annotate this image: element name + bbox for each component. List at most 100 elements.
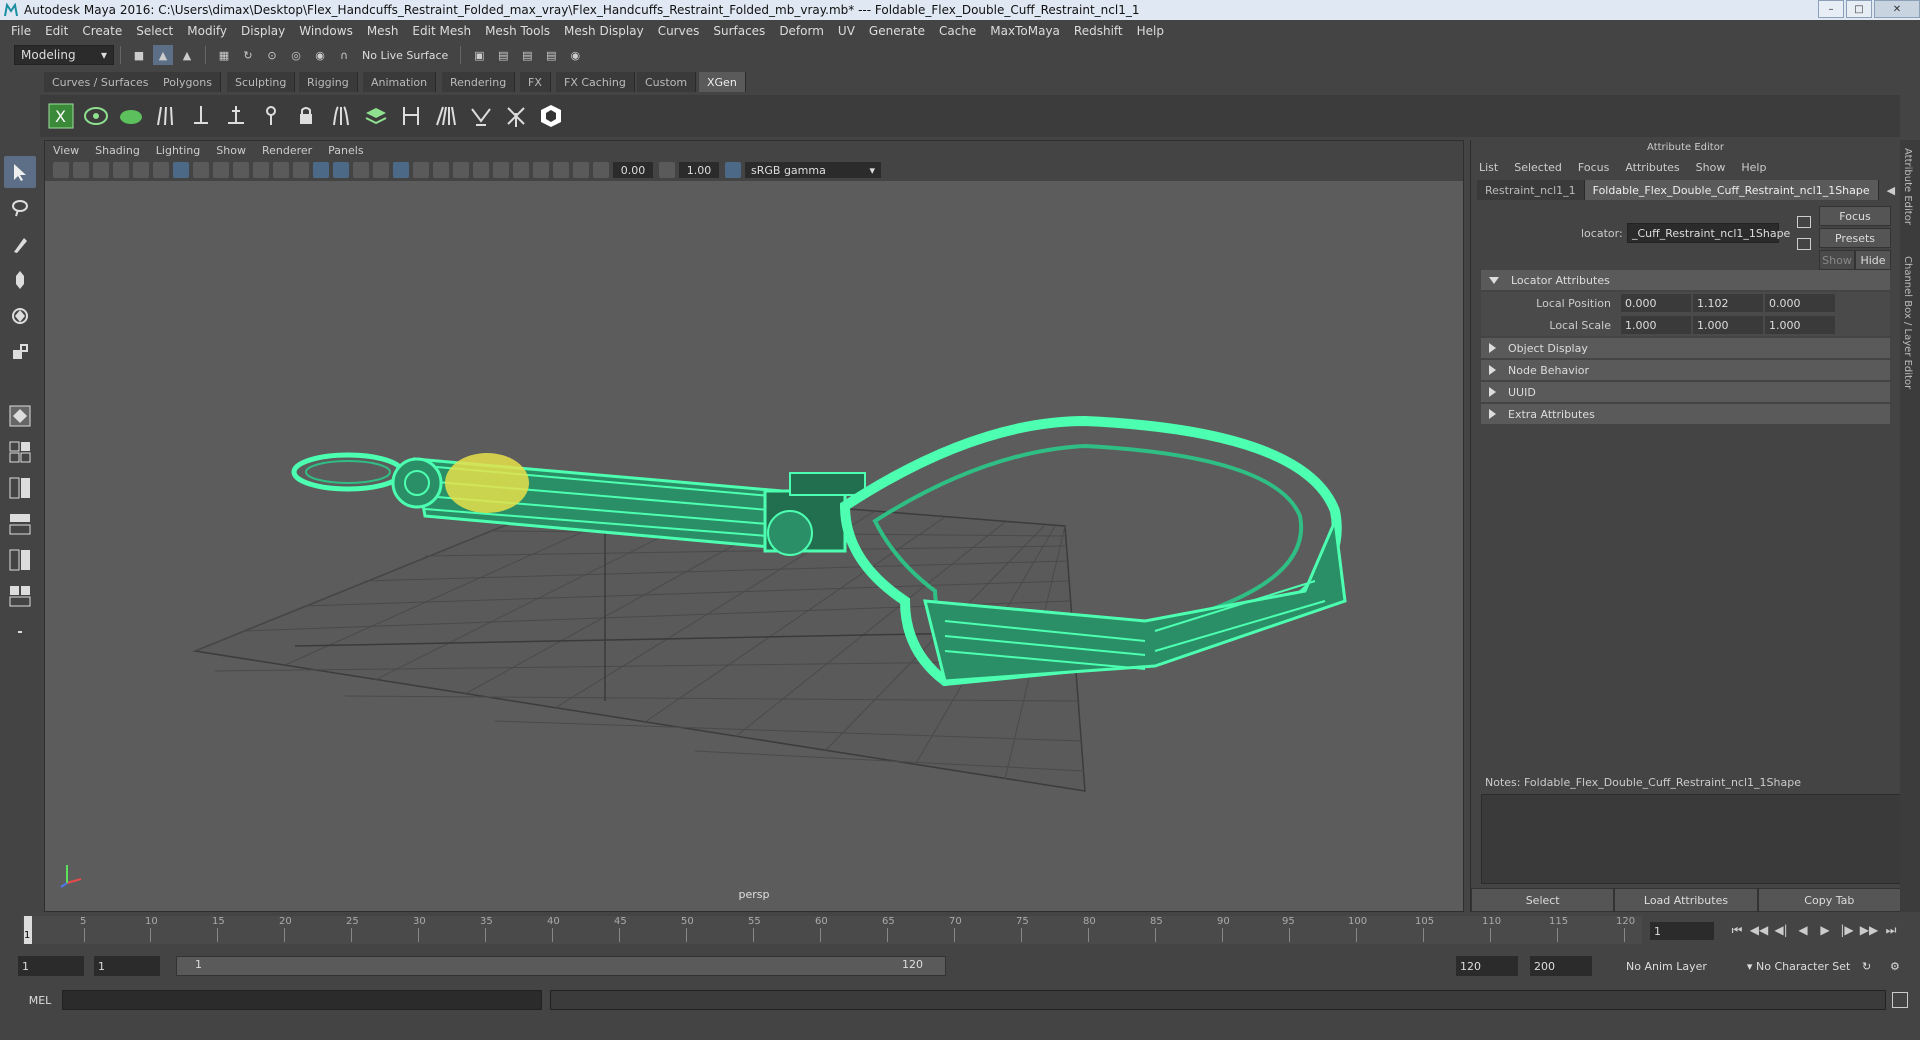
two-d-pan-icon[interactable] xyxy=(133,162,149,178)
select-by-object-icon[interactable]: ▲ xyxy=(153,45,173,65)
end-time-field[interactable]: 120 xyxy=(1456,956,1518,976)
hexagon-icon[interactable] xyxy=(536,100,566,132)
menu-edit[interactable]: Edit xyxy=(38,24,75,38)
local-position-y[interactable]: 1.102 xyxy=(1693,294,1763,312)
outliner-layout-icon[interactable] xyxy=(4,508,36,540)
node-name-field[interactable]: _Cuff_Restraint_ncl1_1Shape xyxy=(1627,223,1790,243)
shelf-tab-fx-caching[interactable]: FX Caching xyxy=(556,72,635,92)
gamma-icon[interactable] xyxy=(659,162,675,178)
play-forwards-icon[interactable]: ▶ xyxy=(1814,920,1836,940)
shelf-tab-custom[interactable]: Custom xyxy=(637,72,697,92)
focus-button[interactable]: Focus xyxy=(1819,206,1891,226)
side-tab-attribute-editor[interactable]: Attribute Editor xyxy=(1902,148,1913,225)
animation-preferences-icon[interactable]: ⚙ xyxy=(1890,956,1900,976)
ae-menu-focus[interactable]: Focus xyxy=(1578,161,1609,174)
menu-file[interactable]: File xyxy=(4,24,38,38)
guide-length-icon[interactable] xyxy=(256,100,286,132)
magnet-icon[interactable]: ∩ xyxy=(334,45,354,65)
menu-mesh-tools[interactable]: Mesh Tools xyxy=(478,24,557,38)
ae-menu-selected[interactable]: Selected xyxy=(1514,161,1562,174)
lasso-tool-icon[interactable] xyxy=(4,192,36,224)
select-tool-icon[interactable] xyxy=(4,156,36,188)
wireframe-on-shaded-icon[interactable] xyxy=(353,162,369,178)
xray-joints-icon[interactable] xyxy=(553,162,569,178)
menu-edit-mesh[interactable]: Edit Mesh xyxy=(405,24,478,38)
textured-icon[interactable] xyxy=(373,162,389,178)
paint-select-tool-icon[interactable] xyxy=(4,228,36,260)
create-description-icon[interactable] xyxy=(81,100,111,132)
ae-tab-shape[interactable]: Foldable_Flex_Double_Cuff_Restraint_ncl1… xyxy=(1584,180,1879,200)
script-editor-icon[interactable] xyxy=(1892,992,1908,1008)
ae-menu-attributes[interactable]: Attributes xyxy=(1625,161,1679,174)
bookmark-icon[interactable] xyxy=(93,162,109,178)
gate-mask-icon[interactable] xyxy=(233,162,249,178)
grid-icon[interactable] xyxy=(173,162,189,178)
shelf-tab-rendering[interactable]: Rendering xyxy=(442,72,516,92)
delete-guides-icon[interactable] xyxy=(501,100,531,132)
grease-pencil-icon[interactable] xyxy=(153,162,169,178)
play-backwards-icon[interactable]: ◀ xyxy=(1792,920,1814,940)
xray-active-icon[interactable] xyxy=(573,162,589,178)
script-language-toggle[interactable]: MEL xyxy=(20,990,60,1010)
local-scale-x[interactable]: 1.000 xyxy=(1621,316,1691,334)
presets-button[interactable]: Presets xyxy=(1819,228,1891,248)
select-by-hierarchy-icon[interactable]: ■ xyxy=(129,45,149,65)
safe-title-icon[interactable] xyxy=(293,162,309,178)
anim-layer-dropdown[interactable]: No Anim Layer ▾ xyxy=(1626,956,1752,976)
section-object-display[interactable]: Object Display xyxy=(1481,338,1890,358)
menu-mesh[interactable]: Mesh xyxy=(360,24,406,38)
snap-view-plane-icon[interactable]: ◎ xyxy=(286,45,306,65)
section-locator-attributes[interactable]: Locator Attributes xyxy=(1481,270,1890,290)
isolate-select-icon[interactable] xyxy=(533,162,549,178)
shelf-tab-animation[interactable]: Animation xyxy=(363,72,437,92)
safe-action-icon[interactable] xyxy=(273,162,289,178)
snap-live-icon[interactable]: ◉ xyxy=(310,45,330,65)
menu-help[interactable]: Help xyxy=(1130,24,1171,38)
render-view-icon[interactable]: ▣ xyxy=(469,45,489,65)
section-extra-attributes[interactable]: Extra Attributes xyxy=(1481,404,1890,424)
output-connection-icon[interactable] xyxy=(1797,238,1811,250)
move-tool-icon[interactable] xyxy=(4,264,36,296)
menu-modify[interactable]: Modify xyxy=(180,24,234,38)
film-gate-icon[interactable] xyxy=(193,162,209,178)
shelf-tab-fx[interactable]: FX xyxy=(520,72,551,92)
exposure-icon[interactable] xyxy=(593,162,609,178)
depth-of-field-icon[interactable] xyxy=(513,162,529,178)
resolution-gate-icon[interactable] xyxy=(213,162,229,178)
current-time-marker[interactable]: 1 xyxy=(24,916,32,944)
shelf-tab-sculpting[interactable]: Sculpting xyxy=(227,72,296,92)
ae-menu-help[interactable]: Help xyxy=(1741,161,1766,174)
rotate-tool-icon[interactable] xyxy=(4,300,36,332)
viewport-menu-panels[interactable]: Panels xyxy=(328,144,363,157)
view-transform-dropdown[interactable]: sRGB gamma ▾ xyxy=(745,162,881,178)
step-back-frame-icon[interactable]: ◀| xyxy=(1770,920,1792,940)
ambient-occlusion-icon[interactable] xyxy=(453,162,469,178)
shelf-tab-curves-surfaces[interactable]: Curves / Surfaces xyxy=(44,72,158,92)
ipr-render-icon[interactable]: ▤ xyxy=(517,45,537,65)
close-window-button[interactable]: ✕ xyxy=(1874,0,1920,18)
more-layouts-icon[interactable] xyxy=(4,616,36,648)
show-button[interactable]: Show xyxy=(1819,250,1855,270)
single-perspective-layout-icon[interactable] xyxy=(4,400,36,432)
hypershade-layout-icon[interactable] xyxy=(4,580,36,612)
cut-icon[interactable] xyxy=(466,100,496,132)
shelf-tab-polygons[interactable]: Polygons xyxy=(155,72,221,92)
xgen-editor-icon[interactable]: X xyxy=(46,100,76,132)
go-to-end-icon[interactable]: ⏭ xyxy=(1880,920,1902,940)
local-position-z[interactable]: 0.000 xyxy=(1765,294,1835,312)
menu-deform[interactable]: Deform xyxy=(772,24,831,38)
menu-windows[interactable]: Windows xyxy=(292,24,360,38)
current-frame-field[interactable]: 1 xyxy=(1650,922,1714,940)
layer-icon[interactable] xyxy=(361,100,391,132)
scale-tool-icon[interactable] xyxy=(4,336,36,368)
lights-icon[interactable] xyxy=(413,162,429,178)
maximize-button[interactable]: □ xyxy=(1846,0,1872,18)
animation-start-field[interactable]: 1 xyxy=(94,956,160,976)
ae-tab-transform[interactable]: Restraint_ncl1_1 xyxy=(1477,180,1585,200)
start-time-field[interactable]: 1 xyxy=(18,956,84,976)
command-input[interactable] xyxy=(62,990,542,1010)
section-node-behavior[interactable]: Node Behavior xyxy=(1481,360,1890,380)
xray-icon[interactable] xyxy=(393,162,409,178)
menu-create[interactable]: Create xyxy=(75,24,129,38)
camera-icon[interactable] xyxy=(53,162,69,178)
